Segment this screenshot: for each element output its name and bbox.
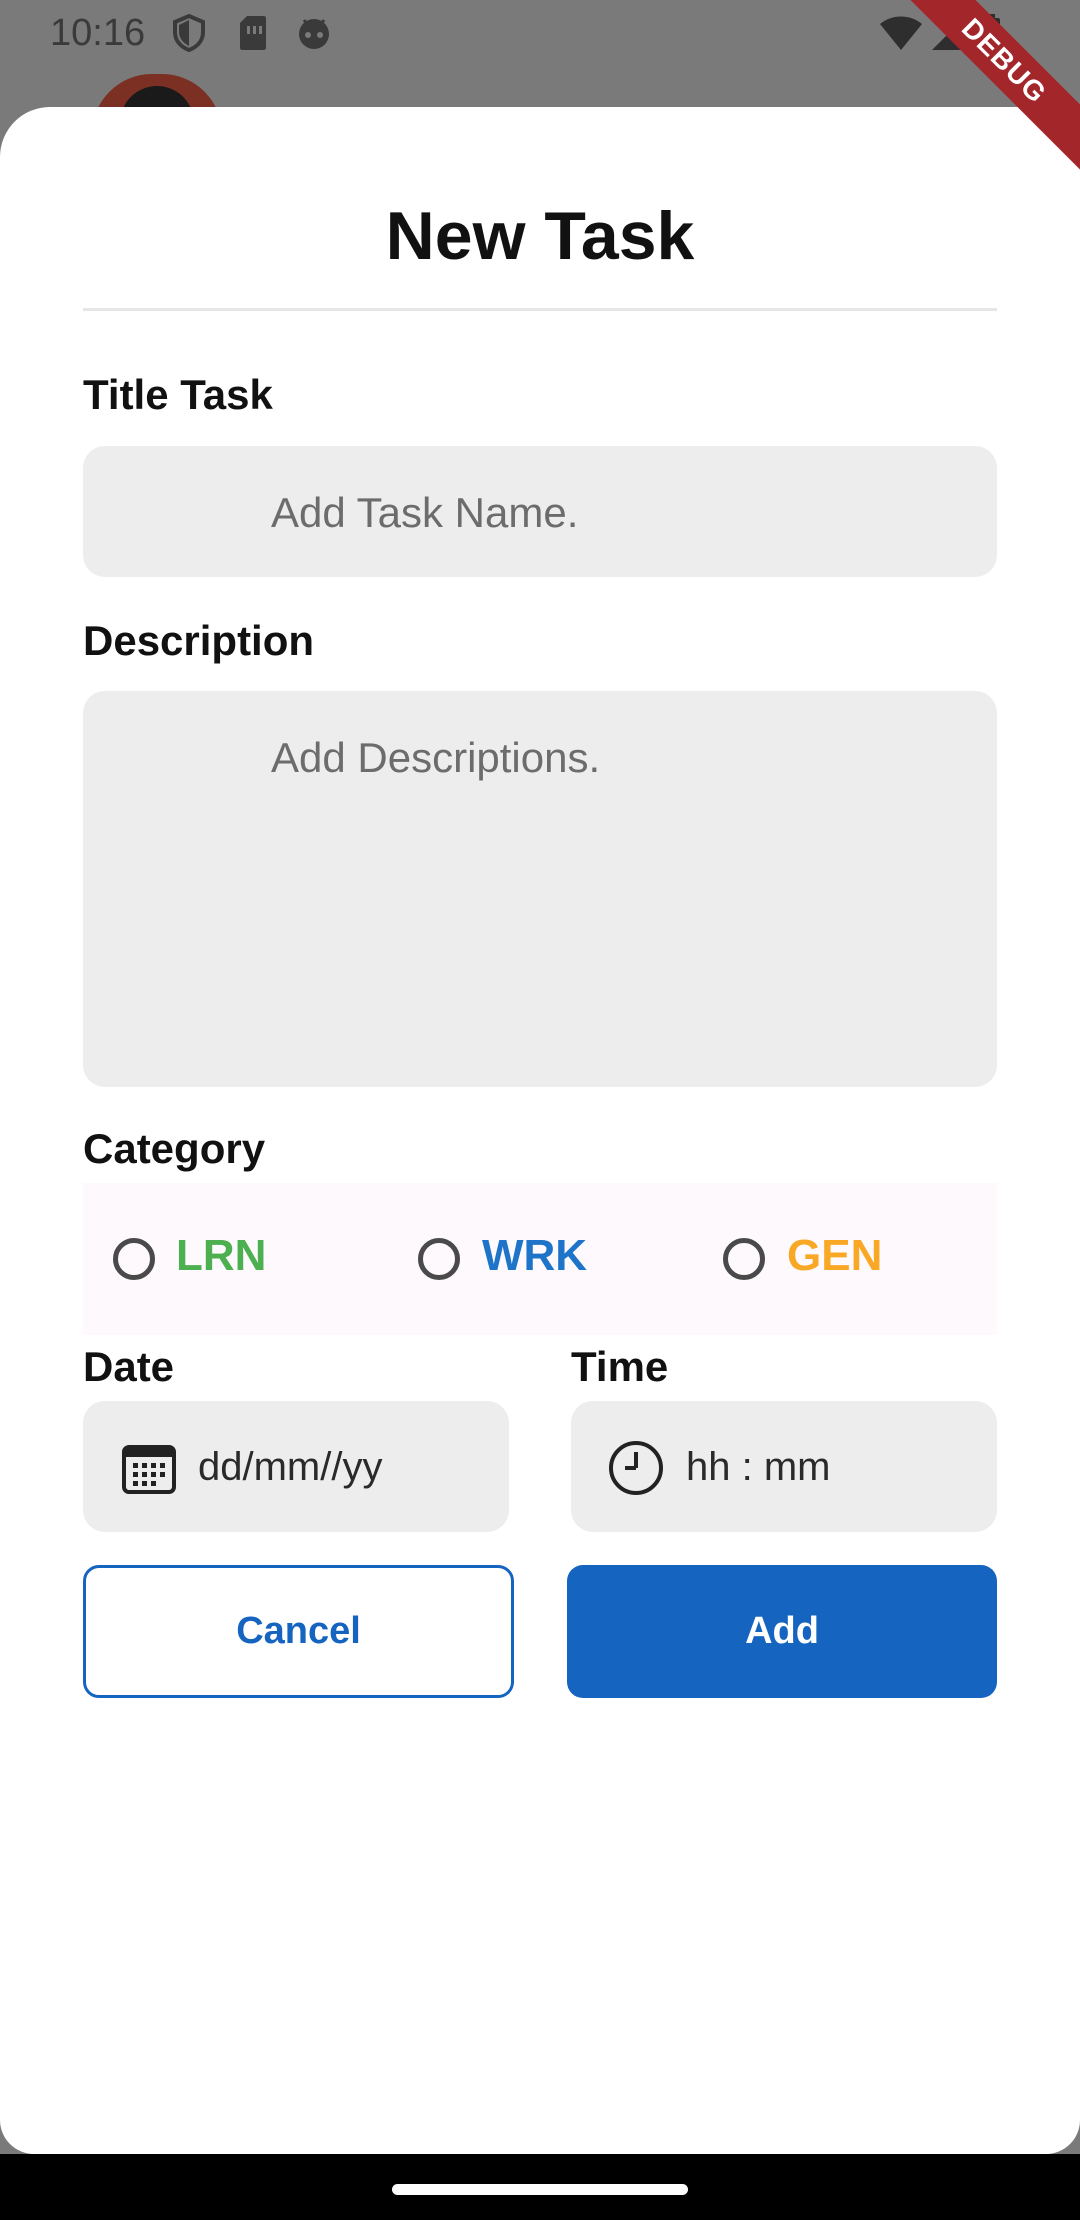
sim-card-icon xyxy=(238,14,272,52)
time-label: Time xyxy=(571,1343,669,1390)
navigation-bar xyxy=(0,2154,1080,2220)
category-label: Category xyxy=(83,1125,266,1172)
time-placeholder: hh : mm xyxy=(686,1445,831,1489)
new-task-sheet: New Task Title Task Add Task Name. Descr… xyxy=(0,107,1080,2154)
clock-icon xyxy=(607,1439,665,1502)
radio-wrk[interactable] xyxy=(418,1238,460,1280)
home-handle[interactable] xyxy=(392,2184,688,2195)
date-placeholder: dd/mm//yy xyxy=(198,1445,383,1489)
category-option-gen[interactable]: GEN xyxy=(787,1231,882,1281)
radio-gen[interactable] xyxy=(723,1238,765,1280)
title-task-placeholder: Add Task Name. xyxy=(271,489,579,536)
description-label: Description xyxy=(83,617,315,664)
android-face-icon xyxy=(296,14,330,52)
status-time: 10:16 xyxy=(50,12,146,54)
date-picker-field[interactable]: dd/mm//yy xyxy=(83,1401,509,1532)
calendar-icon xyxy=(121,1441,177,1500)
date-label: Date xyxy=(83,1343,175,1390)
description-placeholder: Add Descriptions. xyxy=(271,734,601,781)
time-picker-field[interactable]: hh : mm xyxy=(571,1401,997,1532)
shield-icon xyxy=(172,13,206,53)
description-input[interactable]: Add Descriptions. xyxy=(83,691,997,1087)
cancel-button[interactable]: Cancel xyxy=(83,1565,514,1698)
wifi-icon xyxy=(878,14,924,52)
radio-lrn[interactable] xyxy=(113,1238,155,1280)
add-button[interactable]: Add xyxy=(567,1565,997,1698)
status-bar: 10:16 xyxy=(0,0,1080,66)
title-task-input[interactable]: Add Task Name. xyxy=(83,446,997,577)
title-divider xyxy=(83,308,997,311)
category-option-wrk[interactable]: WRK xyxy=(482,1231,587,1281)
category-option-lrn[interactable]: LRN xyxy=(176,1231,266,1281)
sheet-title: New Task xyxy=(385,198,695,274)
title-task-label: Title Task xyxy=(83,371,273,418)
